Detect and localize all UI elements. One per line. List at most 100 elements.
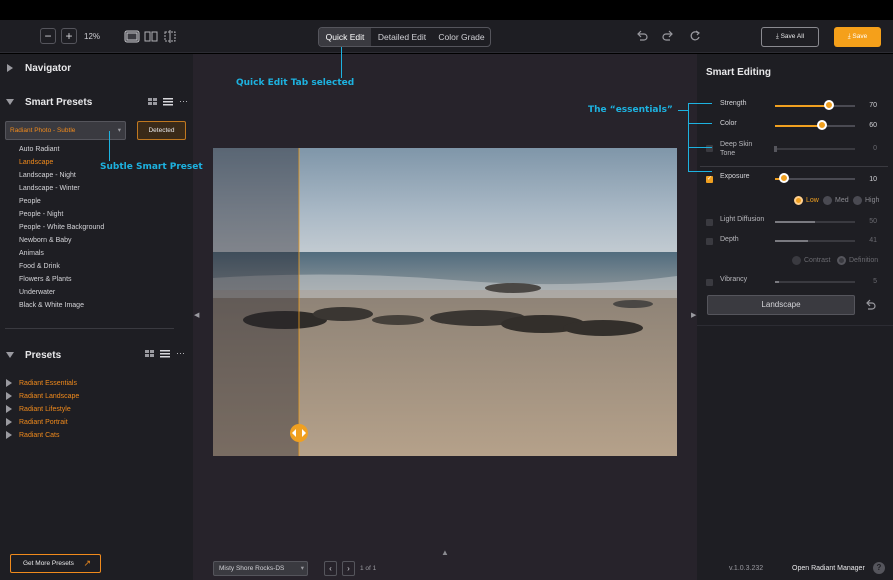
smart-presets-heading[interactable]: Smart Presets bbox=[25, 97, 92, 108]
collapse-left-icon[interactable]: ◀ bbox=[194, 311, 199, 319]
help-icon[interactable]: ? bbox=[873, 562, 885, 574]
expand-icon[interactable] bbox=[6, 431, 12, 439]
next-image-button[interactable]: › bbox=[342, 561, 355, 576]
annotation-line bbox=[678, 110, 688, 111]
zoom-in-button[interactable]: + bbox=[61, 28, 77, 44]
list-item[interactable]: Radiant Lifestyle bbox=[19, 403, 79, 416]
list-item[interactable]: Landscape bbox=[19, 156, 104, 169]
annotation-quick-edit: Quick Edit Tab selected bbox=[236, 78, 355, 88]
list-item[interactable]: Landscape - Winter bbox=[19, 182, 104, 195]
tab-quick-edit[interactable]: Quick Edit bbox=[319, 28, 371, 46]
redo-icon[interactable] bbox=[662, 30, 674, 42]
list-item[interactable]: Landscape - Night bbox=[19, 169, 104, 182]
grid-view-icon[interactable] bbox=[145, 350, 155, 358]
exposure-med-radio[interactable] bbox=[823, 196, 832, 205]
grid-view-icon[interactable] bbox=[148, 98, 158, 106]
get-more-presets-button[interactable]: Get More Presets ↗ bbox=[10, 554, 101, 573]
deep-skin-tone-label: Deep Skin Tone bbox=[720, 141, 753, 157]
chevron-down-icon: ▾ bbox=[300, 562, 304, 575]
tab-color-grade[interactable]: Color Grade bbox=[433, 28, 490, 46]
divider bbox=[697, 325, 893, 326]
list-item[interactable]: Underwater bbox=[19, 286, 104, 299]
color-fill bbox=[775, 125, 822, 127]
depth-definition-radio[interactable] bbox=[837, 256, 846, 265]
vibrancy-label: Vibrancy bbox=[720, 276, 748, 283]
before-overlay bbox=[213, 148, 299, 456]
split-view-icon[interactable] bbox=[144, 31, 158, 42]
single-view-icon[interactable] bbox=[124, 30, 140, 43]
color-knob[interactable] bbox=[817, 120, 827, 130]
depth-contrast-radio[interactable] bbox=[792, 256, 801, 265]
expand-navigator-icon[interactable] bbox=[7, 64, 13, 72]
annotation-line bbox=[688, 171, 712, 172]
presets-heading[interactable]: Presets bbox=[25, 350, 61, 361]
scene-button[interactable]: Landscape bbox=[707, 295, 855, 315]
exposure-low-radio[interactable] bbox=[794, 196, 803, 205]
expand-filmstrip-icon[interactable]: ▲ bbox=[441, 548, 449, 557]
navigator-heading[interactable]: Navigator bbox=[25, 63, 71, 74]
vibrancy-slider[interactable] bbox=[775, 281, 855, 283]
more-options-icon[interactable]: ··· bbox=[176, 348, 185, 358]
photo-preview[interactable] bbox=[213, 148, 677, 456]
light-diffusion-value: 50 bbox=[869, 218, 877, 225]
annotation-line bbox=[688, 103, 712, 104]
version-label: v.1.0.3.232 bbox=[729, 565, 764, 572]
list-item[interactable]: Newborn & Baby bbox=[19, 234, 104, 247]
list-item[interactable]: Radiant Cats bbox=[19, 429, 79, 442]
collapse-presets-icon[interactable] bbox=[6, 352, 14, 358]
filename-dropdown[interactable]: Misty Shore Rocks-DS ▾ bbox=[213, 561, 308, 576]
list-item[interactable]: Animals bbox=[19, 247, 104, 260]
expand-icon[interactable] bbox=[6, 392, 12, 400]
vibrancy-checkbox[interactable] bbox=[706, 279, 713, 286]
get-more-label: Get More Presets bbox=[23, 560, 74, 567]
list-item[interactable]: People - Night bbox=[19, 208, 104, 221]
right-panel bbox=[697, 54, 893, 580]
exposure-value: 10 bbox=[869, 176, 877, 183]
smart-preset-dropdown[interactable]: Radiant Photo - Subtle ▾ bbox=[5, 121, 126, 140]
deep-skin-tone-knob[interactable] bbox=[774, 146, 777, 152]
divider bbox=[700, 166, 888, 167]
annotation-line bbox=[109, 131, 110, 161]
exposure-high-label: High bbox=[865, 197, 880, 204]
save-button[interactable]: ⤓ Save bbox=[834, 27, 881, 47]
list-item[interactable]: Food & Drink bbox=[19, 260, 104, 273]
zoom-out-button[interactable]: − bbox=[40, 28, 56, 44]
list-item[interactable]: Flowers & Plants bbox=[19, 273, 104, 286]
deep-skin-tone-slider[interactable] bbox=[775, 148, 855, 150]
list-view-icon[interactable] bbox=[163, 98, 173, 106]
color-value: 60 bbox=[869, 122, 877, 129]
list-item[interactable]: Black & White Image bbox=[19, 299, 104, 312]
depth-checkbox[interactable] bbox=[706, 238, 713, 245]
open-radiant-manager-link[interactable]: Open Radiant Manager bbox=[792, 565, 865, 572]
exposure-low-label: Low bbox=[806, 197, 819, 204]
collapse-smart-presets-icon[interactable] bbox=[6, 99, 14, 105]
reset-scene-icon[interactable] bbox=[865, 299, 876, 310]
list-view-icon[interactable] bbox=[160, 350, 170, 358]
filename-value: Misty Shore Rocks-DS bbox=[219, 565, 285, 572]
expand-icon[interactable] bbox=[6, 418, 12, 426]
list-item[interactable]: People - White Background bbox=[19, 221, 104, 234]
expand-icon[interactable] bbox=[6, 405, 12, 413]
prev-image-button[interactable]: ‹ bbox=[324, 561, 337, 576]
list-item[interactable]: Radiant Portrait bbox=[19, 416, 79, 429]
dropdown-value: Radiant Photo - Subtle bbox=[10, 127, 76, 134]
more-options-icon[interactable]: ··· bbox=[179, 96, 188, 106]
zoom-level: 12% bbox=[84, 32, 101, 41]
exposure-high-radio[interactable] bbox=[853, 196, 862, 205]
save-all-button[interactable]: ⤓ Save All bbox=[761, 27, 819, 47]
tab-detailed-edit[interactable]: Detailed Edit bbox=[371, 28, 433, 46]
compare-view-icon[interactable] bbox=[163, 30, 177, 43]
undo-icon[interactable] bbox=[636, 30, 648, 42]
list-item[interactable]: Radiant Essentials bbox=[19, 377, 79, 390]
expand-icon[interactable] bbox=[6, 379, 12, 387]
list-item[interactable]: Auto Radiant bbox=[19, 143, 104, 156]
list-item[interactable]: People bbox=[19, 195, 104, 208]
collapse-right-icon[interactable]: ▶ bbox=[691, 311, 696, 319]
strength-knob[interactable] bbox=[824, 100, 834, 110]
exposure-knob[interactable] bbox=[779, 173, 789, 183]
reset-icon[interactable] bbox=[689, 30, 701, 42]
depth-fill bbox=[775, 240, 808, 242]
list-item[interactable]: Radiant Landscape bbox=[19, 390, 79, 403]
light-diffusion-checkbox[interactable] bbox=[706, 219, 713, 226]
exposure-checkbox[interactable]: ✓ bbox=[706, 176, 713, 183]
